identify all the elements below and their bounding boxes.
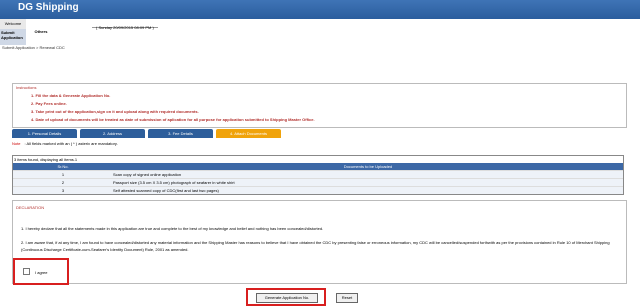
declaration-statement-2: 2. I am aware that, if at any time, I am… bbox=[21, 240, 610, 252]
instructions-box: Instructions 1. Fill the data & Generate… bbox=[12, 83, 627, 128]
date-label: ( Sunday 20/09/2015 08:09 PM ) bbox=[96, 25, 154, 30]
column-header-documents: Documents to be Uploaded bbox=[113, 163, 623, 170]
documents-table: Sr.No. Documents to be Uploaded 1 Scan c… bbox=[13, 163, 623, 194]
cell-srno: 2 bbox=[13, 177, 113, 186]
declaration-box: DECLARATION 1. I hereby declare that all… bbox=[12, 200, 627, 284]
table-row: 1 Scan copy of signed online application bbox=[13, 169, 623, 178]
generate-application-button[interactable]: Generate Application No. bbox=[256, 293, 318, 303]
declaration-statement-1: 1. I hereby declare that all the stateme… bbox=[21, 226, 324, 231]
cell-document: Scan copy of signed online application bbox=[113, 169, 623, 178]
table-row: 2 Passport size (3.5 cm X 3.5 cm) photog… bbox=[13, 177, 623, 186]
agree-checkbox[interactable] bbox=[23, 268, 30, 275]
cell-srno: 3 bbox=[13, 185, 113, 194]
breadcrumb: Submit Application > Renewal CDC bbox=[2, 45, 65, 50]
instructions-list: 1. Fill the data & Generate Application … bbox=[31, 92, 315, 124]
instruction-item: 1. Fill the data & Generate Application … bbox=[31, 93, 111, 98]
menu-submit-application[interactable]: Submit Application bbox=[0, 29, 26, 45]
cell-document: Self attested scanned copy of CDC(first … bbox=[113, 185, 623, 194]
instruction-item: 4. Date of upload of documents will be t… bbox=[31, 117, 315, 122]
instruction-item: 3. Take print out of the application,sig… bbox=[31, 109, 199, 114]
tab-address[interactable]: 2. Address bbox=[80, 129, 145, 138]
declaration-label: DECLARATION bbox=[16, 205, 45, 210]
documents-grid: 3 items found, displaying all items.1 Sr… bbox=[12, 155, 624, 195]
instruction-item: 2. Pay Fees online. bbox=[31, 101, 67, 106]
tab-fee-details[interactable]: 3. Fee Details bbox=[148, 129, 213, 138]
agree-highlight: I agree bbox=[13, 258, 69, 285]
mandatory-note: Note: All fields marked with an ( * ) as… bbox=[12, 141, 118, 146]
tab-attach-documents[interactable]: 4. Attach Documents bbox=[216, 129, 281, 138]
cell-document: Passport size (3.5 cm X 3.5 cm) photogra… bbox=[113, 177, 623, 186]
top-menu: Welcome Submit Application Others ( Sund… bbox=[0, 19, 640, 45]
note-text: : All fields marked with an ( * ) asteri… bbox=[24, 141, 118, 146]
items-found-text: 3 items found, displaying all items.1 bbox=[14, 157, 78, 162]
welcome-label: Welcome bbox=[0, 19, 26, 29]
instructions-label: Instructions bbox=[16, 85, 37, 90]
app-title: DG Shipping bbox=[18, 2, 79, 13]
app-header: DG Shipping bbox=[0, 0, 640, 19]
table-header-row: Sr.No. Documents to be Uploaded bbox=[13, 163, 623, 170]
column-header-srno: Sr.No. bbox=[13, 163, 113, 170]
tab-personal-details[interactable]: 1. Personal Details bbox=[12, 129, 77, 138]
reset-button[interactable]: Reset bbox=[336, 293, 358, 303]
cell-srno: 1 bbox=[13, 169, 113, 178]
table-row: 3 Self attested scanned copy of CDC(firs… bbox=[13, 185, 623, 194]
agree-label: I agree bbox=[35, 270, 48, 275]
generate-highlight: Generate Application No. bbox=[246, 288, 326, 306]
menu-others[interactable]: Others bbox=[26, 27, 56, 37]
note-label: Note bbox=[12, 141, 21, 146]
page: DG Shipping Welcome Submit Application O… bbox=[0, 0, 640, 308]
